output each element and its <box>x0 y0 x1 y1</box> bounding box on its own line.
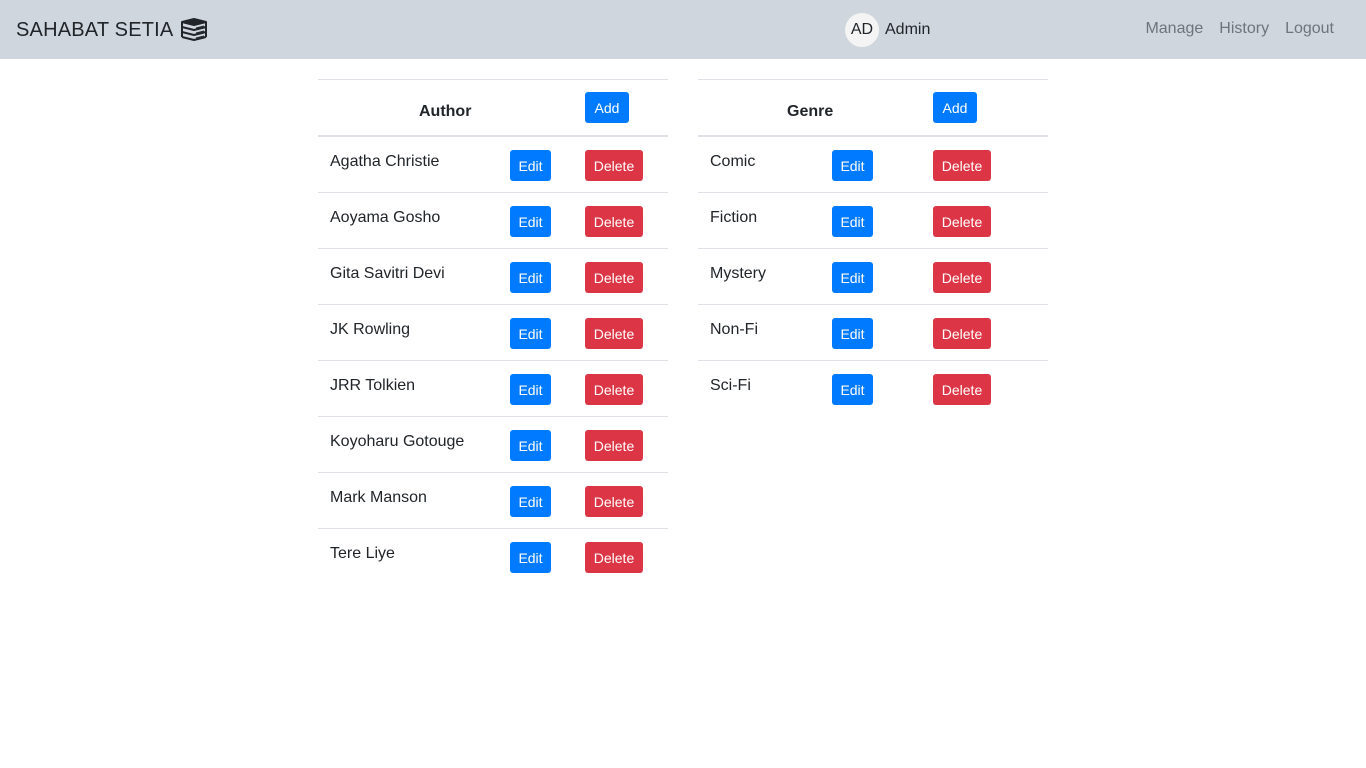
edit-author-button[interactable]: Edit <box>510 262 551 293</box>
edit-author-button[interactable]: Edit <box>510 374 551 405</box>
genre-name: Non-Fi <box>710 321 759 338</box>
author-row: Mark Manson Edit Delete <box>318 473 668 529</box>
author-name: Mark Manson <box>330 489 427 506</box>
genre-name: Sci-Fi <box>710 377 751 394</box>
delete-author-button[interactable]: Delete <box>585 150 643 181</box>
author-row: Aoyama Gosho Edit Delete <box>318 193 668 249</box>
genre-row: Sci-Fi Edit Delete <box>698 361 1048 417</box>
author-header-title: Author <box>419 103 472 120</box>
add-genre-button[interactable]: Add <box>933 92 977 123</box>
delete-genre-button[interactable]: Delete <box>933 262 991 293</box>
genre-name: Comic <box>710 153 756 170</box>
edit-genre-button[interactable]: Edit <box>832 318 873 349</box>
edit-author-button[interactable]: Edit <box>510 486 551 517</box>
genre-name: Mystery <box>710 265 766 282</box>
delete-author-button[interactable]: Delete <box>585 486 643 517</box>
author-table: Author Add Agatha Christie Edit Delete Aoya… <box>318 79 668 585</box>
genre-row: Fiction Edit Delete <box>698 193 1048 249</box>
author-row: Tere Liye Edit Delete <box>318 529 668 585</box>
nav-link-logout[interactable]: Logout <box>1277 20 1342 38</box>
author-name: JK Rowling <box>330 321 411 338</box>
genre-header-title: Genre <box>787 103 834 120</box>
add-author-button[interactable]: Add <box>585 92 629 123</box>
user-name: Admin <box>885 21 931 38</box>
author-name: JRR Tolkien <box>330 377 416 394</box>
nav-link-manage[interactable]: Manage <box>1137 20 1211 38</box>
edit-author-button[interactable]: Edit <box>510 542 551 573</box>
delete-author-button[interactable]: Delete <box>585 542 643 573</box>
author-row: Koyoharu Gotouge Edit Delete <box>318 417 668 473</box>
delete-author-button[interactable]: Delete <box>585 262 643 293</box>
delete-genre-button[interactable]: Delete <box>933 150 991 181</box>
navbar: SAHABAT SETIA AD Admin Manage History Lo… <box>0 0 1366 59</box>
author-row: Agatha Christie Edit Delete <box>318 137 668 193</box>
author-name: Agatha Christie <box>330 153 440 170</box>
author-row: JRR Tolkien Edit Delete <box>318 361 668 417</box>
author-table-header: Author Add <box>318 80 668 137</box>
nav-links: Manage History Logout <box>1137 20 1342 38</box>
author-name: Koyoharu Gotouge <box>330 433 465 450</box>
edit-author-button[interactable]: Edit <box>510 206 551 237</box>
genre-row: Non-Fi Edit Delete <box>698 305 1048 361</box>
brand-name: SAHABAT SETIA <box>16 18 174 41</box>
edit-author-button[interactable]: Edit <box>510 430 551 461</box>
genre-row: Mystery Edit Delete <box>698 249 1048 305</box>
brand[interactable]: SAHABAT SETIA <box>16 17 209 43</box>
author-name: Tere Liye <box>330 545 395 562</box>
delete-author-button[interactable]: Delete <box>585 206 643 237</box>
genre-rows: Comic Edit Delete Fiction Edit Delete Mystery E… <box>698 137 1048 417</box>
author-name: Aoyama Gosho <box>330 209 441 226</box>
genre-table: Genre Add Comic Edit Delete Fiction Edit Dele… <box>698 79 1048 417</box>
avatar: AD <box>845 13 879 47</box>
delete-author-button[interactable]: Delete <box>585 318 643 349</box>
edit-genre-button[interactable]: Edit <box>832 150 873 181</box>
nav-link-history[interactable]: History <box>1211 20 1277 38</box>
author-rows: Agatha Christie Edit Delete Aoyama Gosho Edi… <box>318 137 668 585</box>
genre-row: Comic Edit Delete <box>698 137 1048 193</box>
delete-author-button[interactable]: Delete <box>585 374 643 405</box>
edit-genre-button[interactable]: Edit <box>832 262 873 293</box>
books-stack-icon <box>179 17 209 43</box>
edit-genre-button[interactable]: Edit <box>832 374 873 405</box>
delete-genre-button[interactable]: Delete <box>933 318 991 349</box>
edit-author-button[interactable]: Edit <box>510 150 551 181</box>
genre-table-header: Genre Add <box>698 80 1048 137</box>
author-row: Gita Savitri Devi Edit Delete <box>318 249 668 305</box>
genre-name: Fiction <box>710 209 758 226</box>
author-name: Gita Savitri Devi <box>330 265 445 282</box>
edit-genre-button[interactable]: Edit <box>832 206 873 237</box>
delete-genre-button[interactable]: Delete <box>933 374 991 405</box>
delete-genre-button[interactable]: Delete <box>933 206 991 237</box>
user-menu[interactable]: AD Admin <box>845 13 930 47</box>
delete-author-button[interactable]: Delete <box>585 430 643 461</box>
author-row: JK Rowling Edit Delete <box>318 305 668 361</box>
edit-author-button[interactable]: Edit <box>510 318 551 349</box>
